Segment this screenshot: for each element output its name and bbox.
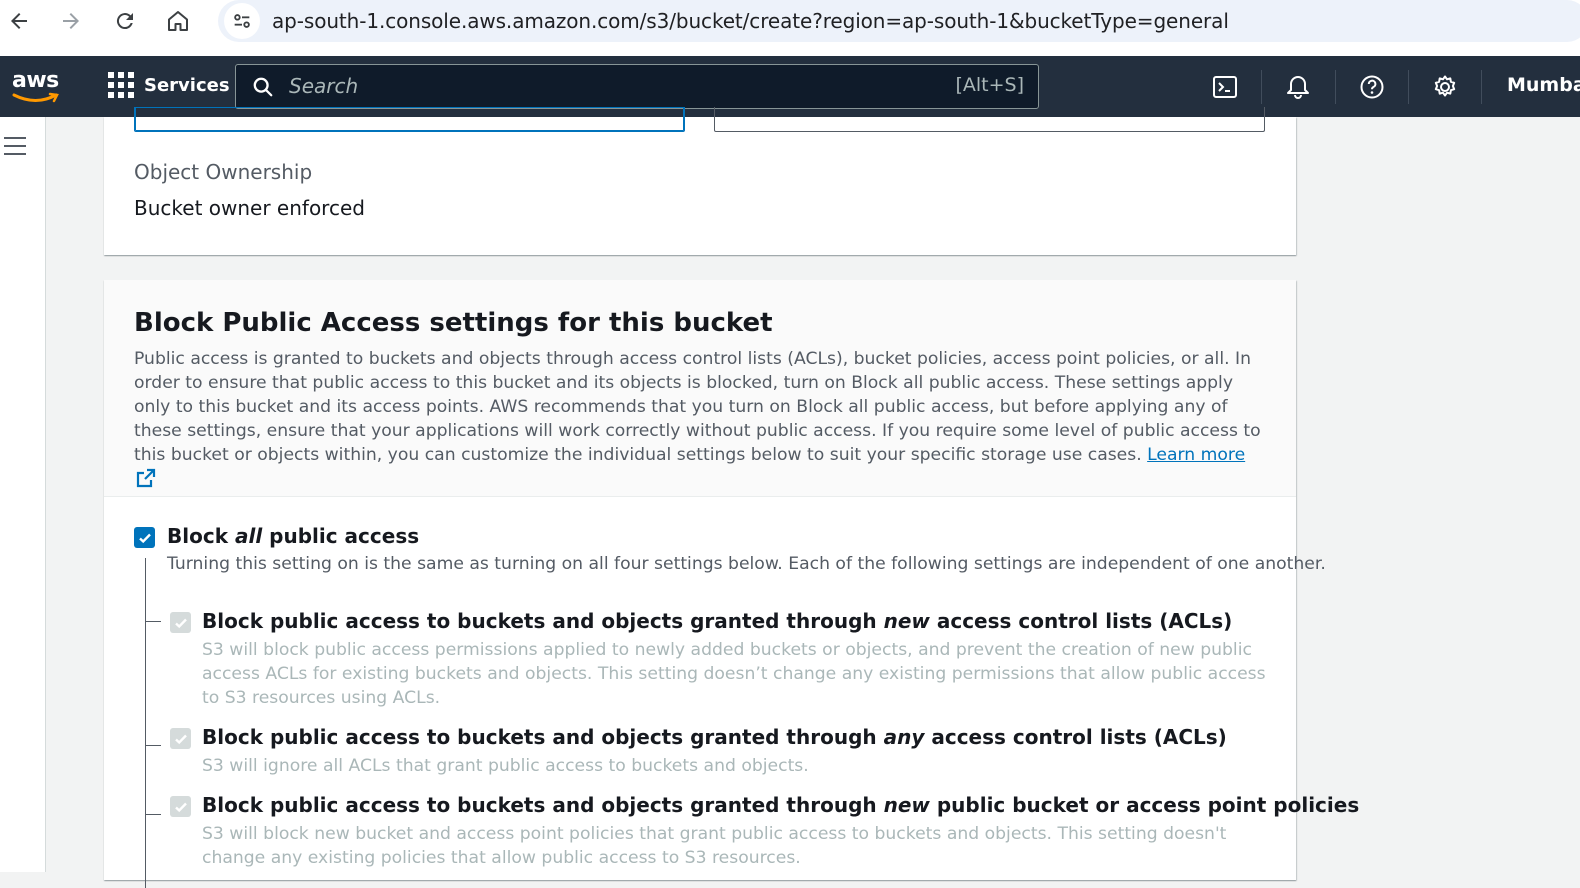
- block-new-policies-description: S3 will block new bucket and access poin…: [202, 824, 1227, 868]
- region-input[interactable]: [714, 107, 1265, 132]
- aws-logo-text: aws: [12, 68, 59, 93]
- help-icon[interactable]: [1357, 72, 1387, 102]
- label-part: access control lists (ACLs): [924, 725, 1227, 749]
- services-label: Services: [144, 74, 230, 96]
- checkmark-icon: [174, 802, 187, 812]
- region-selector[interactable]: Mumbai: [1507, 74, 1580, 96]
- block-all-label: Block all public access: [167, 524, 419, 548]
- reload-icon[interactable]: [110, 6, 140, 36]
- cloudshell-icon[interactable]: [1210, 72, 1240, 102]
- checkmark-icon: [138, 533, 151, 543]
- label-emphasis: new: [883, 609, 930, 633]
- settings-icon[interactable]: [1430, 72, 1460, 102]
- tree-branch: [145, 621, 161, 622]
- browser-toolbar: ap-south-1.console.aws.amazon.com/s3/buc…: [0, 0, 1580, 56]
- panel-header: Block Public Access settings for this bu…: [104, 280, 1296, 497]
- label-part: Block public access to buckets and objec…: [202, 609, 884, 633]
- block-any-acls-description: S3 will ignore all ACLs that grant publi…: [202, 756, 809, 776]
- search-shortcut: [Alt+S]: [955, 74, 1024, 96]
- services-menu-button[interactable]: Services: [108, 72, 230, 98]
- block-all-checkbox[interactable]: [134, 527, 155, 548]
- nav-divider: [1408, 70, 1409, 104]
- aws-smile-icon: [12, 92, 59, 103]
- panel-description-text: Public access is granted to buckets and …: [134, 349, 1261, 465]
- nav-divider: [1261, 70, 1262, 104]
- tree-connector: [145, 558, 146, 888]
- aws-logo[interactable]: aws: [12, 68, 59, 103]
- site-info-icon[interactable]: [224, 3, 260, 39]
- search-placeholder: Search: [289, 74, 359, 98]
- block-all-description: Turning this setting on is the same as t…: [167, 554, 1326, 574]
- label-part: Block public access to buckets and objec…: [202, 725, 884, 749]
- side-navigation-rail: [0, 117, 46, 872]
- search-icon: [253, 77, 273, 97]
- block-public-access-panel: Block Public Access settings for this bu…: [104, 280, 1359, 888]
- label-emphasis: any: [883, 725, 925, 749]
- learn-more-link[interactable]: Learn more: [1147, 445, 1245, 465]
- label-part: Block: [167, 524, 235, 548]
- block-new-acls-description: S3 will block public access permissions …: [202, 640, 1266, 708]
- tree-branch: [145, 814, 161, 815]
- block-any-acls-label: Block public access to buckets and objec…: [202, 725, 1227, 749]
- tree-branch: [145, 745, 161, 746]
- nav-divider: [1481, 70, 1482, 104]
- label-part: public access: [262, 524, 420, 548]
- address-bar[interactable]: ap-south-1.console.aws.amazon.com/s3/buc…: [218, 0, 1580, 42]
- checkmark-icon: [174, 734, 187, 744]
- checkmark-icon: [174, 618, 187, 628]
- block-new-acls-checkbox[interactable]: [170, 612, 191, 633]
- search-input[interactable]: Search [Alt+S]: [235, 64, 1039, 109]
- services-grid-icon: [108, 72, 134, 98]
- url-text: ap-south-1.console.aws.amazon.com/s3/buc…: [272, 9, 1229, 33]
- label-part: public bucket or access point policies: [929, 793, 1360, 817]
- block-new-policies-checkbox[interactable]: [170, 796, 191, 817]
- block-any-acls-checkbox[interactable]: [170, 728, 191, 749]
- object-ownership-panel: Object Ownership Bucket owner enforced: [104, 107, 1296, 255]
- label-part: access control lists (ACLs): [929, 609, 1233, 633]
- menu-icon[interactable]: [4, 137, 26, 157]
- panel-description: Public access is granted to buckets and …: [134, 347, 1269, 491]
- label-part: Block public access to buckets and objec…: [202, 793, 884, 817]
- notifications-icon[interactable]: [1283, 72, 1313, 102]
- block-new-acls-label: Block public access to buckets and objec…: [202, 609, 1232, 633]
- label-emphasis: all: [234, 524, 263, 548]
- object-ownership-label: Object Ownership: [134, 160, 313, 184]
- back-icon[interactable]: [4, 6, 34, 36]
- panel-title: Block Public Access settings for this bu…: [134, 308, 773, 338]
- object-ownership-value: Bucket owner enforced: [134, 196, 365, 220]
- block-new-policies-label: Block public access to buckets and objec…: [202, 793, 1359, 817]
- external-link-icon[interactable]: [136, 468, 156, 488]
- forward-icon[interactable]: [56, 6, 86, 36]
- home-icon[interactable]: [163, 6, 193, 36]
- bucket-name-input[interactable]: [134, 107, 685, 132]
- label-emphasis: new: [883, 793, 930, 817]
- nav-divider: [1335, 70, 1336, 104]
